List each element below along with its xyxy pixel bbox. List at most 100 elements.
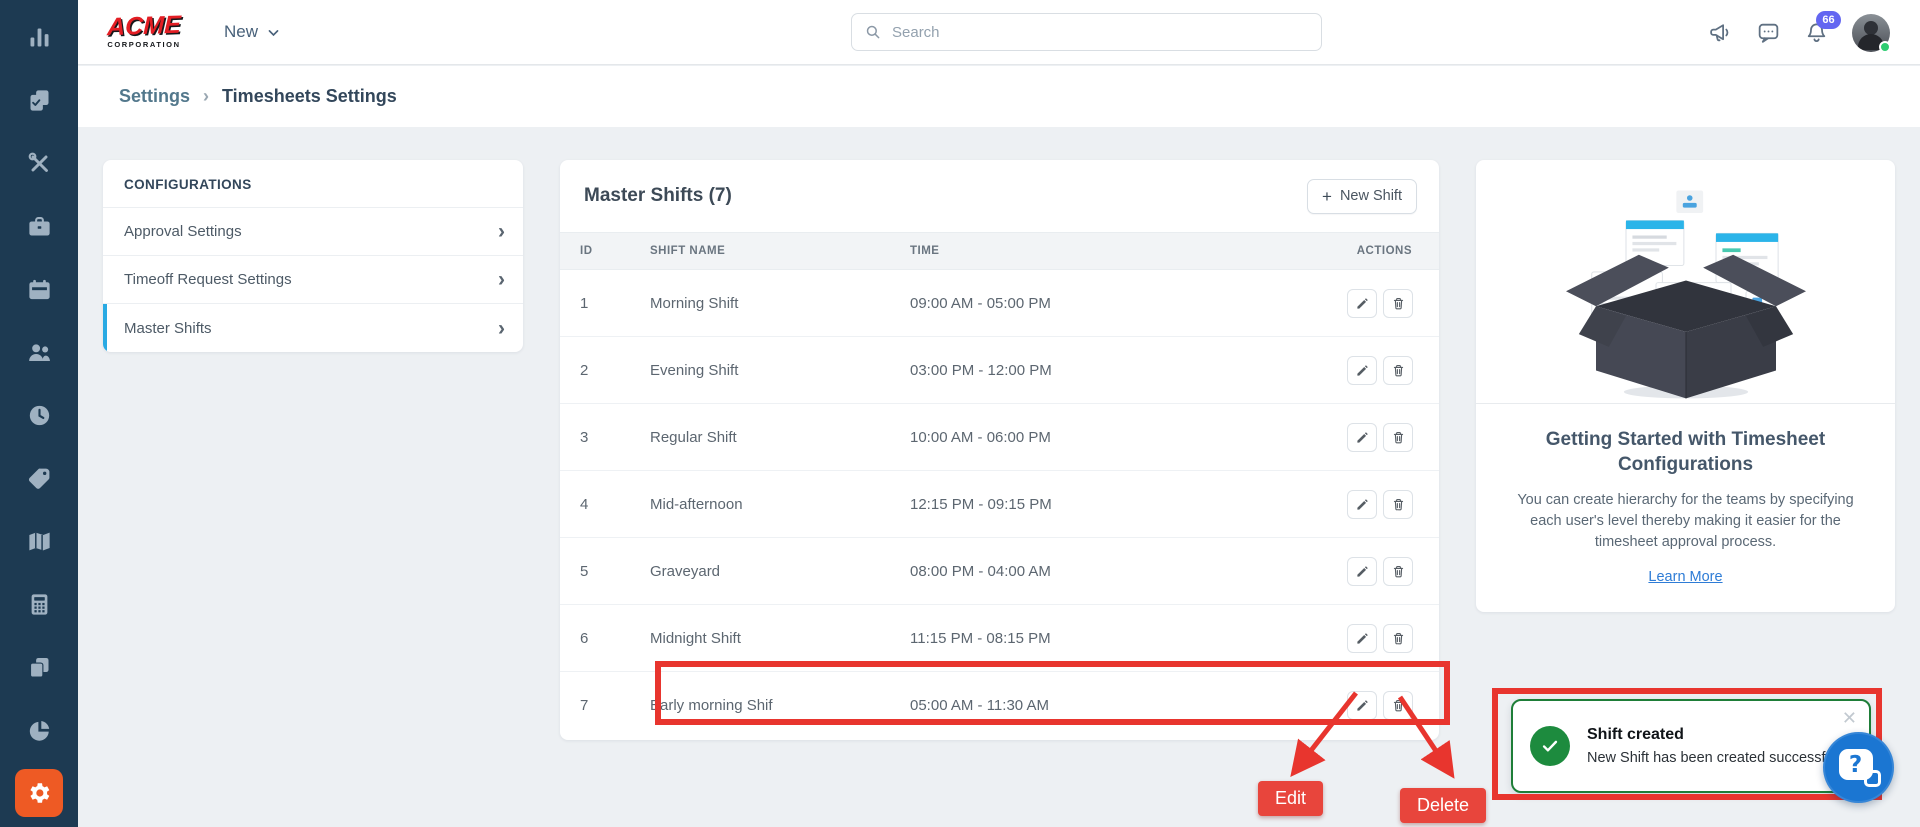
topbar: ACME CORPORATION New Search 66	[78, 0, 1920, 65]
new-shift-button[interactable]: + New Shift	[1307, 178, 1417, 214]
edit-shift-button[interactable]	[1347, 355, 1377, 385]
sidebar-item-bar-chart[interactable]	[0, 6, 78, 69]
cell-id: 7	[580, 697, 589, 714]
table-row-shift-2: 2 Evening Shift 03:00 PM - 12:00 PM	[560, 337, 1439, 404]
cell-id: 3	[580, 428, 589, 446]
announcements-icon[interactable]	[1708, 20, 1733, 45]
sidebar-item-map[interactable]	[0, 510, 78, 573]
sidebar-item-briefcase[interactable]	[0, 195, 78, 258]
sidebar-item-clock[interactable]	[0, 384, 78, 447]
delete-shift-button[interactable]	[1383, 422, 1413, 452]
column-header-shift-name: SHIFT NAME	[650, 245, 726, 257]
cell-time: 08:00 PM - 04:00 AM	[910, 562, 1051, 580]
delete-shift-button[interactable]	[1383, 556, 1413, 586]
cell-id: 1	[580, 294, 589, 312]
sidebar-item-calculator[interactable]	[0, 573, 78, 636]
getting-started-body: Getting Started with Timesheet Configura…	[1476, 404, 1895, 612]
edit-shift-button[interactable]	[1347, 288, 1377, 318]
cell-id: 2	[580, 361, 589, 379]
close-icon[interactable]: ✕	[1842, 709, 1857, 727]
delete-shift-button[interactable]	[1383, 489, 1413, 519]
logo-subtext: CORPORATION	[107, 39, 181, 49]
cell-shift-name: Regular Shift	[650, 428, 737, 446]
learn-more-link[interactable]: Learn More	[1648, 569, 1722, 585]
edit-shift-button[interactable]	[1347, 489, 1377, 519]
tag-icon	[26, 465, 53, 492]
cell-shift-name: Early morning Shif	[650, 697, 773, 714]
config-item-approval-settings[interactable]: Approval Settings ›	[103, 208, 523, 256]
table-body: 1 Morning Shift 09:00 AM - 05:00 PM 2 Evenin…	[560, 270, 1439, 739]
new-dropdown[interactable]: New	[224, 22, 280, 42]
config-item-label: Timeoff Request Settings	[124, 271, 292, 288]
cell-shift-name: Graveyard	[650, 562, 721, 580]
new-dropdown-label: New	[224, 22, 259, 41]
delete-shift-button[interactable]	[1383, 355, 1413, 385]
master-shifts-card: Master Shifts (7) + New Shift ID SHIFT N…	[560, 160, 1439, 740]
gear-icon	[26, 780, 52, 806]
page: ACME CORPORATION New Search 66 Settings …	[0, 0, 1920, 827]
configurations-panel: CONFIGURATIONS Approval Settings › Timeoff…	[103, 160, 523, 352]
calculator-icon	[26, 591, 53, 618]
delete-shift-button[interactable]	[1383, 623, 1413, 653]
user-avatar[interactable]	[1852, 13, 1891, 53]
cell-id: 4	[580, 495, 589, 513]
getting-started-illustration	[1476, 160, 1895, 404]
table-row-shift-7: 7 Early morning Shif 05:00 AM - 11:30 AM	[560, 672, 1439, 739]
edit-shift-button[interactable]	[1347, 623, 1377, 653]
map-icon	[26, 528, 53, 555]
column-header-id: ID	[580, 245, 593, 257]
config-item-master-shifts[interactable]: Master Shifts ›	[103, 304, 523, 352]
notifications-bell-icon[interactable]: 66	[1804, 11, 1841, 45]
delete-shift-button[interactable]	[1383, 288, 1413, 318]
topbar-actions: 66	[1708, 0, 1920, 65]
table-row-shift-3: 3 Regular Shift 10:00 AM - 06:00 PM	[560, 404, 1439, 471]
sidebar-item-users[interactable]	[0, 321, 78, 384]
edit-shift-button[interactable]	[1347, 422, 1377, 452]
annotation-edit-label: Edit	[1258, 781, 1324, 816]
notification-count-badge: 66	[1816, 11, 1841, 29]
chevron-down-icon	[267, 26, 280, 39]
chevron-right-icon: ›	[498, 316, 505, 340]
getting-started-card: Getting Started with Timesheet Configura…	[1476, 160, 1895, 613]
edit-shift-button[interactable]	[1347, 691, 1377, 720]
help-widget-button[interactable]: ?	[1823, 732, 1894, 803]
sidebar-item-tag[interactable]	[0, 447, 78, 510]
search-input[interactable]	[892, 23, 1309, 41]
search-icon	[864, 23, 882, 41]
column-header-time: TIME	[910, 245, 940, 257]
new-shift-button-label: New Shift	[1339, 188, 1402, 204]
cell-time: 11:15 PM - 08:15 PM	[910, 629, 1051, 647]
sidebar-item-clipboard-check[interactable]	[0, 69, 78, 132]
cell-shift-name: Morning Shift	[650, 294, 739, 312]
sidebar-item-tools[interactable]	[0, 132, 78, 195]
clock-icon	[26, 402, 53, 429]
sidebar-item-pie-chart[interactable]	[0, 699, 78, 762]
cell-actions	[1330, 288, 1439, 318]
online-status-dot	[1879, 40, 1891, 53]
table-row-shift-6: 6 Midnight Shift 11:15 PM - 08:15 PM	[560, 605, 1439, 672]
cell-time: 09:00 AM - 05:00 PM	[910, 294, 1051, 312]
sidebar-item-calendar[interactable]	[0, 258, 78, 321]
sidebar-item-copy[interactable]	[0, 636, 78, 699]
cell-shift-name: Evening Shift	[650, 361, 739, 379]
config-item-label: Approval Settings	[124, 223, 242, 240]
messages-icon[interactable]	[1756, 20, 1781, 45]
plus-icon: +	[1322, 186, 1332, 206]
getting-started-text: You can create hierarchy for the teams b…	[1517, 492, 1854, 551]
cell-actions	[1330, 691, 1439, 720]
cell-id: 5	[580, 562, 589, 580]
toast-title: Shift created	[1587, 726, 1684, 743]
users-icon	[26, 339, 53, 366]
sidebar-item-gear[interactable]	[15, 769, 63, 817]
logo-text: ACME	[106, 10, 182, 42]
cell-actions	[1330, 556, 1439, 586]
edit-shift-button[interactable]	[1347, 556, 1377, 586]
toast-message: New Shift has been created successfully	[1587, 750, 1848, 766]
search-bar	[851, 13, 1322, 51]
breadcrumb-settings-link[interactable]: Settings	[119, 86, 190, 107]
table-column-headers: ID SHIFT NAME TIME ACTIONS	[560, 232, 1439, 270]
delete-shift-button[interactable]	[1383, 691, 1413, 720]
config-item-timeoff-request-settings[interactable]: Timeoff Request Settings ›	[103, 256, 523, 304]
acme-logo[interactable]: ACME CORPORATION	[104, 10, 184, 49]
cell-time: 05:00 AM - 11:30 AM	[910, 697, 1049, 714]
